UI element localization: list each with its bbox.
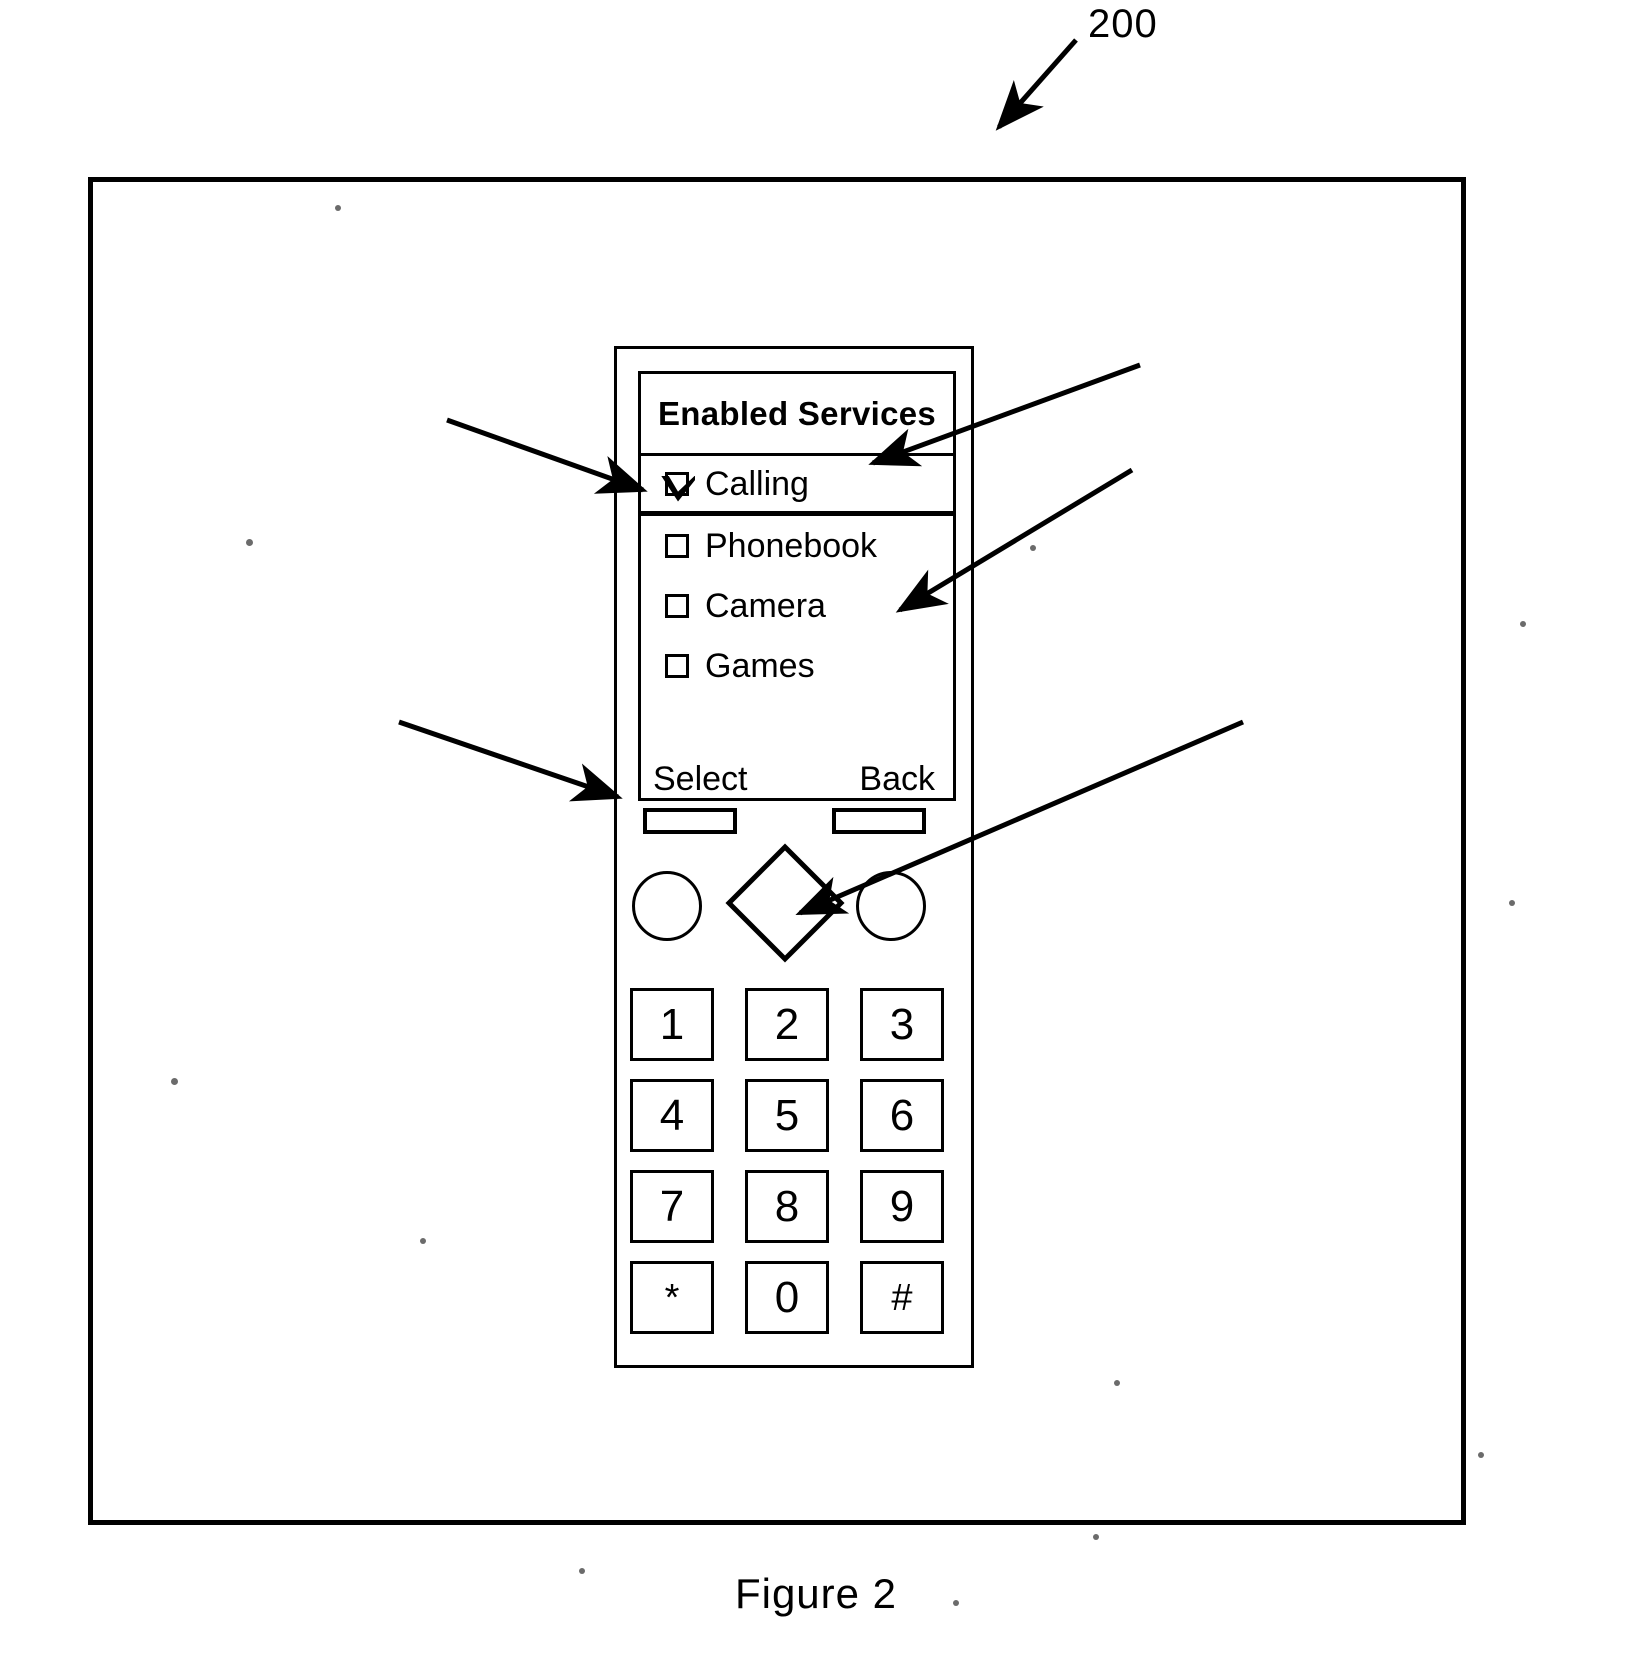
scan-speck <box>1509 900 1515 906</box>
phone-display-screen: Enabled Services Calling Phonebook Camer… <box>638 371 956 801</box>
scan-speck <box>1114 1380 1120 1386</box>
scan-speck <box>420 1238 426 1244</box>
checkbox-unchecked-icon[interactable] <box>665 654 689 678</box>
right-soft-key-button[interactable] <box>832 808 926 834</box>
keypad-key-3[interactable]: 3 <box>860 988 944 1061</box>
scan-speck <box>1093 1534 1099 1540</box>
list-item-label: Camera <box>705 587 826 625</box>
list-item[interactable]: Phonebook <box>641 516 953 576</box>
keypad-key-6[interactable]: 6 <box>860 1079 944 1152</box>
navigation-diamond-key[interactable] <box>725 843 845 963</box>
scan-speck <box>171 1078 178 1085</box>
list-item-label: Calling <box>705 464 809 503</box>
scan-speck <box>1030 545 1036 551</box>
left-round-key[interactable] <box>632 871 702 941</box>
right-round-key[interactable] <box>856 871 926 941</box>
keypad-key-4[interactable]: 4 <box>630 1079 714 1152</box>
list-item[interactable]: Camera <box>641 576 953 636</box>
keypad-key-star[interactable]: * <box>630 1261 714 1334</box>
checkbox-checked-icon[interactable] <box>665 471 689 496</box>
scan-speck <box>335 205 341 211</box>
scan-speck <box>246 539 253 546</box>
keypad-key-5[interactable]: 5 <box>745 1079 829 1152</box>
keypad-key-hash[interactable]: # <box>860 1261 944 1334</box>
page-title: Enabled Services <box>657 394 937 432</box>
keypad-key-0[interactable]: 0 <box>745 1261 829 1334</box>
softkey-label-left[interactable]: Select <box>653 762 748 796</box>
mobile-phone-body: Enabled Services Calling Phonebook Camer… <box>614 346 974 1368</box>
list-item[interactable]: Calling <box>641 456 953 516</box>
softkey-label-bar: Select Back <box>641 742 953 798</box>
keypad-key-1[interactable]: 1 <box>630 988 714 1061</box>
screen-title-bar: Enabled Services <box>641 374 953 456</box>
enabled-services-list: Calling Phonebook Camera Games <box>641 456 953 742</box>
keypad-key-9[interactable]: 9 <box>860 1170 944 1243</box>
scan-speck <box>1520 621 1526 627</box>
callout-label-200: 200 <box>1088 2 1158 46</box>
figure-caption: Figure 2 <box>734 1570 898 1617</box>
list-item-label: Phonebook <box>705 527 878 565</box>
scan-speck <box>1478 1452 1484 1458</box>
leader-line-200 <box>995 38 1078 131</box>
list-item-label: Games <box>705 647 815 685</box>
checkbox-unchecked-icon[interactable] <box>665 594 689 618</box>
softkey-label-right[interactable]: Back <box>859 762 935 796</box>
left-soft-key-button[interactable] <box>643 808 737 834</box>
numeric-keypad: 1 2 3 4 5 6 7 8 9 * 0 # <box>630 988 960 1334</box>
keypad-key-2[interactable]: 2 <box>745 988 829 1061</box>
keypad-key-7[interactable]: 7 <box>630 1170 714 1243</box>
list-item[interactable]: Games <box>641 636 953 696</box>
checkbox-unchecked-icon[interactable] <box>665 534 689 558</box>
figure-page: 200 205 204 201 203 202 Enabled Services… <box>0 0 1632 1673</box>
keypad-key-8[interactable]: 8 <box>745 1170 829 1243</box>
